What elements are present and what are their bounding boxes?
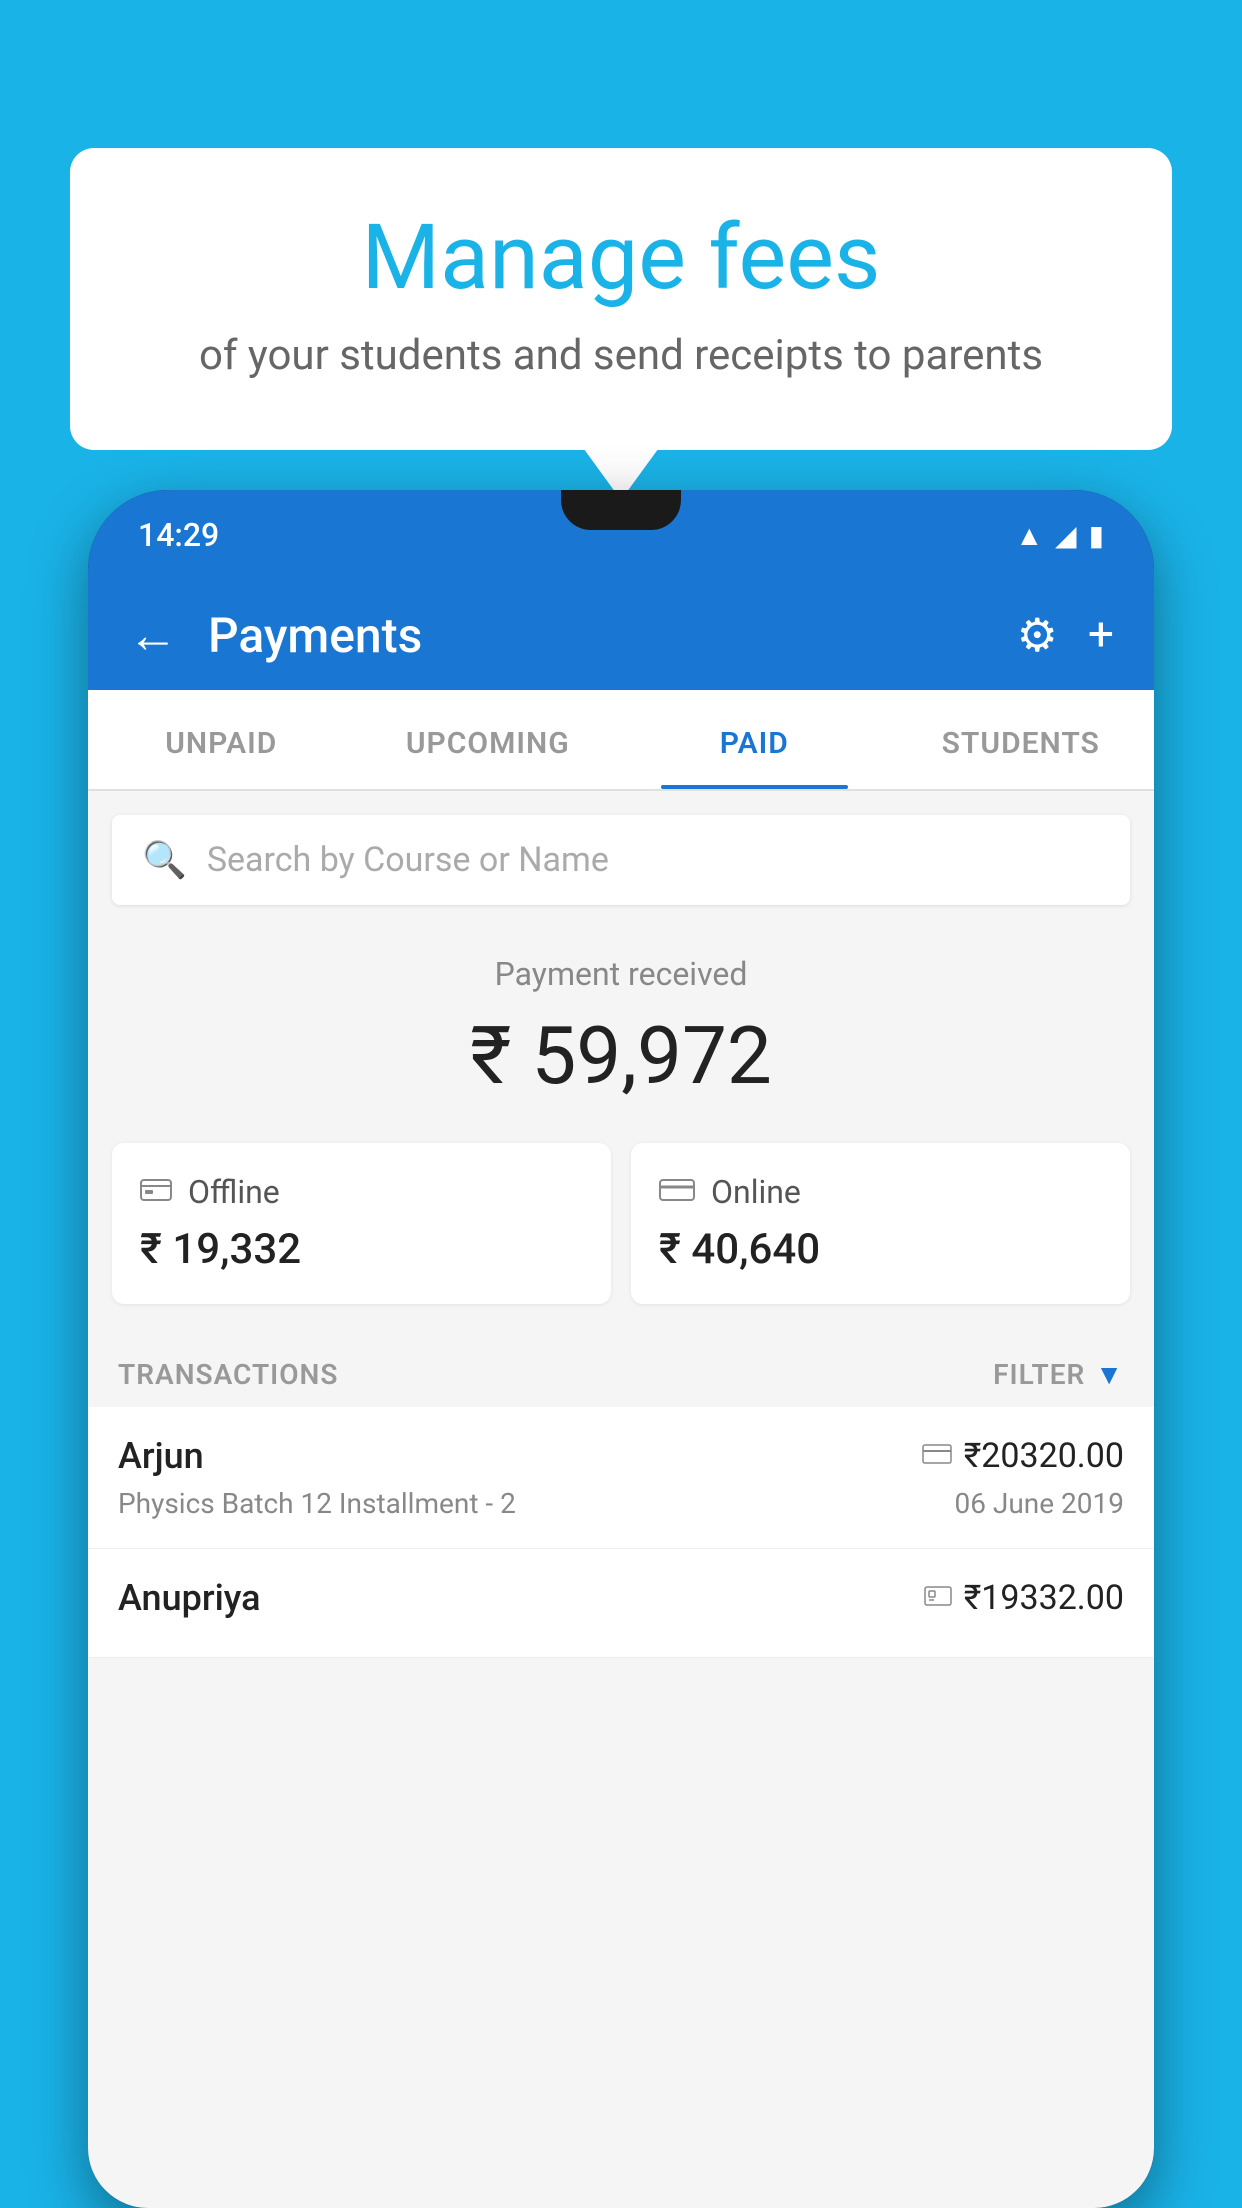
payment-cards-row: Offline ₹ 19,332 Online ₹ 40,640 (88, 1143, 1154, 1334)
transaction-top-row: Anupriya ₹19332.00 (118, 1577, 1124, 1619)
tab-students[interactable]: STUDENTS (888, 690, 1155, 789)
app-bar-actions: ⚙ + (1017, 608, 1114, 663)
tab-unpaid[interactable]: UNPAID (88, 690, 355, 789)
transaction-name: Arjun (118, 1435, 204, 1477)
filter-icon: ▼ (1095, 1358, 1124, 1391)
online-icon (659, 1173, 695, 1211)
table-row[interactable]: Anupriya ₹19332.00 (88, 1549, 1154, 1658)
transaction-name: Anupriya (118, 1577, 261, 1619)
add-icon[interactable]: + (1088, 608, 1114, 662)
online-amount: ₹ 40,640 (659, 1225, 1102, 1274)
online-label: Online (711, 1173, 801, 1211)
main-content: 🔍 Search by Course or Name Payment recei… (88, 791, 1154, 2208)
transaction-amount-wrap: ₹20320.00 (922, 1436, 1124, 1476)
online-card-header: Online (659, 1173, 1102, 1211)
payment-received-label: Payment received (118, 955, 1124, 993)
transaction-list: Arjun ₹20320.00 Physics Batch 12 Install… (88, 1407, 1154, 1658)
offline-card: Offline ₹ 19,332 (112, 1143, 611, 1304)
transaction-course: Physics Batch 12 Installment - 2 (118, 1487, 516, 1520)
search-bar[interactable]: 🔍 Search by Course or Name (112, 815, 1130, 905)
offline-card-header: Offline (140, 1173, 583, 1211)
cash-payment-icon (924, 1581, 952, 1616)
bubble-subtitle: of your students and send receipts to pa… (120, 331, 1122, 380)
battery-icon: ▮ (1089, 519, 1104, 552)
bubble-title: Manage fees (120, 208, 1122, 307)
transaction-amount-wrap: ₹19332.00 (924, 1578, 1124, 1618)
search-icon: 🔍 (142, 839, 187, 881)
transaction-amount: ₹20320.00 (964, 1436, 1124, 1476)
offline-icon (140, 1173, 172, 1211)
status-time: 14:29 (138, 516, 219, 554)
filter-button[interactable]: FILTER ▼ (993, 1358, 1124, 1391)
tab-paid[interactable]: PAID (621, 690, 888, 789)
speech-bubble: Manage fees of your students and send re… (70, 148, 1172, 450)
offline-amount: ₹ 19,332 (140, 1225, 583, 1274)
phone-frame: 14:29 ▲ ◢ ▮ ← Payments ⚙ + UNPAID UPCOMI… (88, 490, 1154, 2208)
app-bar-title: Payments (208, 607, 987, 664)
transaction-top-row: Arjun ₹20320.00 (118, 1435, 1124, 1477)
card-payment-icon (922, 1439, 952, 1474)
filter-text: FILTER (993, 1358, 1085, 1391)
status-bar: 14:29 ▲ ◢ ▮ (88, 490, 1154, 580)
transaction-amount: ₹19332.00 (964, 1578, 1124, 1618)
tabs-bar: UNPAID UPCOMING PAID STUDENTS (88, 690, 1154, 791)
back-button[interactable]: ← (128, 606, 178, 665)
table-row[interactable]: Arjun ₹20320.00 Physics Batch 12 Install… (88, 1407, 1154, 1549)
transaction-bottom-row: Physics Batch 12 Installment - 2 06 June… (118, 1487, 1124, 1520)
payment-total-amount: ₹ 59,972 (118, 1009, 1124, 1103)
online-card: Online ₹ 40,640 (631, 1143, 1130, 1304)
transactions-label: TRANSACTIONS (118, 1358, 338, 1391)
signal-icon: ◢ (1055, 519, 1077, 552)
offline-label: Offline (188, 1173, 280, 1211)
status-icons: ▲ ◢ ▮ (1015, 519, 1104, 552)
wifi-icon: ▲ (1015, 519, 1043, 552)
transaction-date: 06 June 2019 (954, 1487, 1124, 1520)
payment-summary: Payment received ₹ 59,972 (88, 905, 1154, 1143)
tab-upcoming[interactable]: UPCOMING (355, 690, 622, 789)
settings-icon[interactable]: ⚙ (1017, 608, 1058, 663)
transactions-header: TRANSACTIONS FILTER ▼ (88, 1334, 1154, 1407)
search-placeholder: Search by Course or Name (207, 840, 609, 880)
app-bar: ← Payments ⚙ + (88, 580, 1154, 690)
